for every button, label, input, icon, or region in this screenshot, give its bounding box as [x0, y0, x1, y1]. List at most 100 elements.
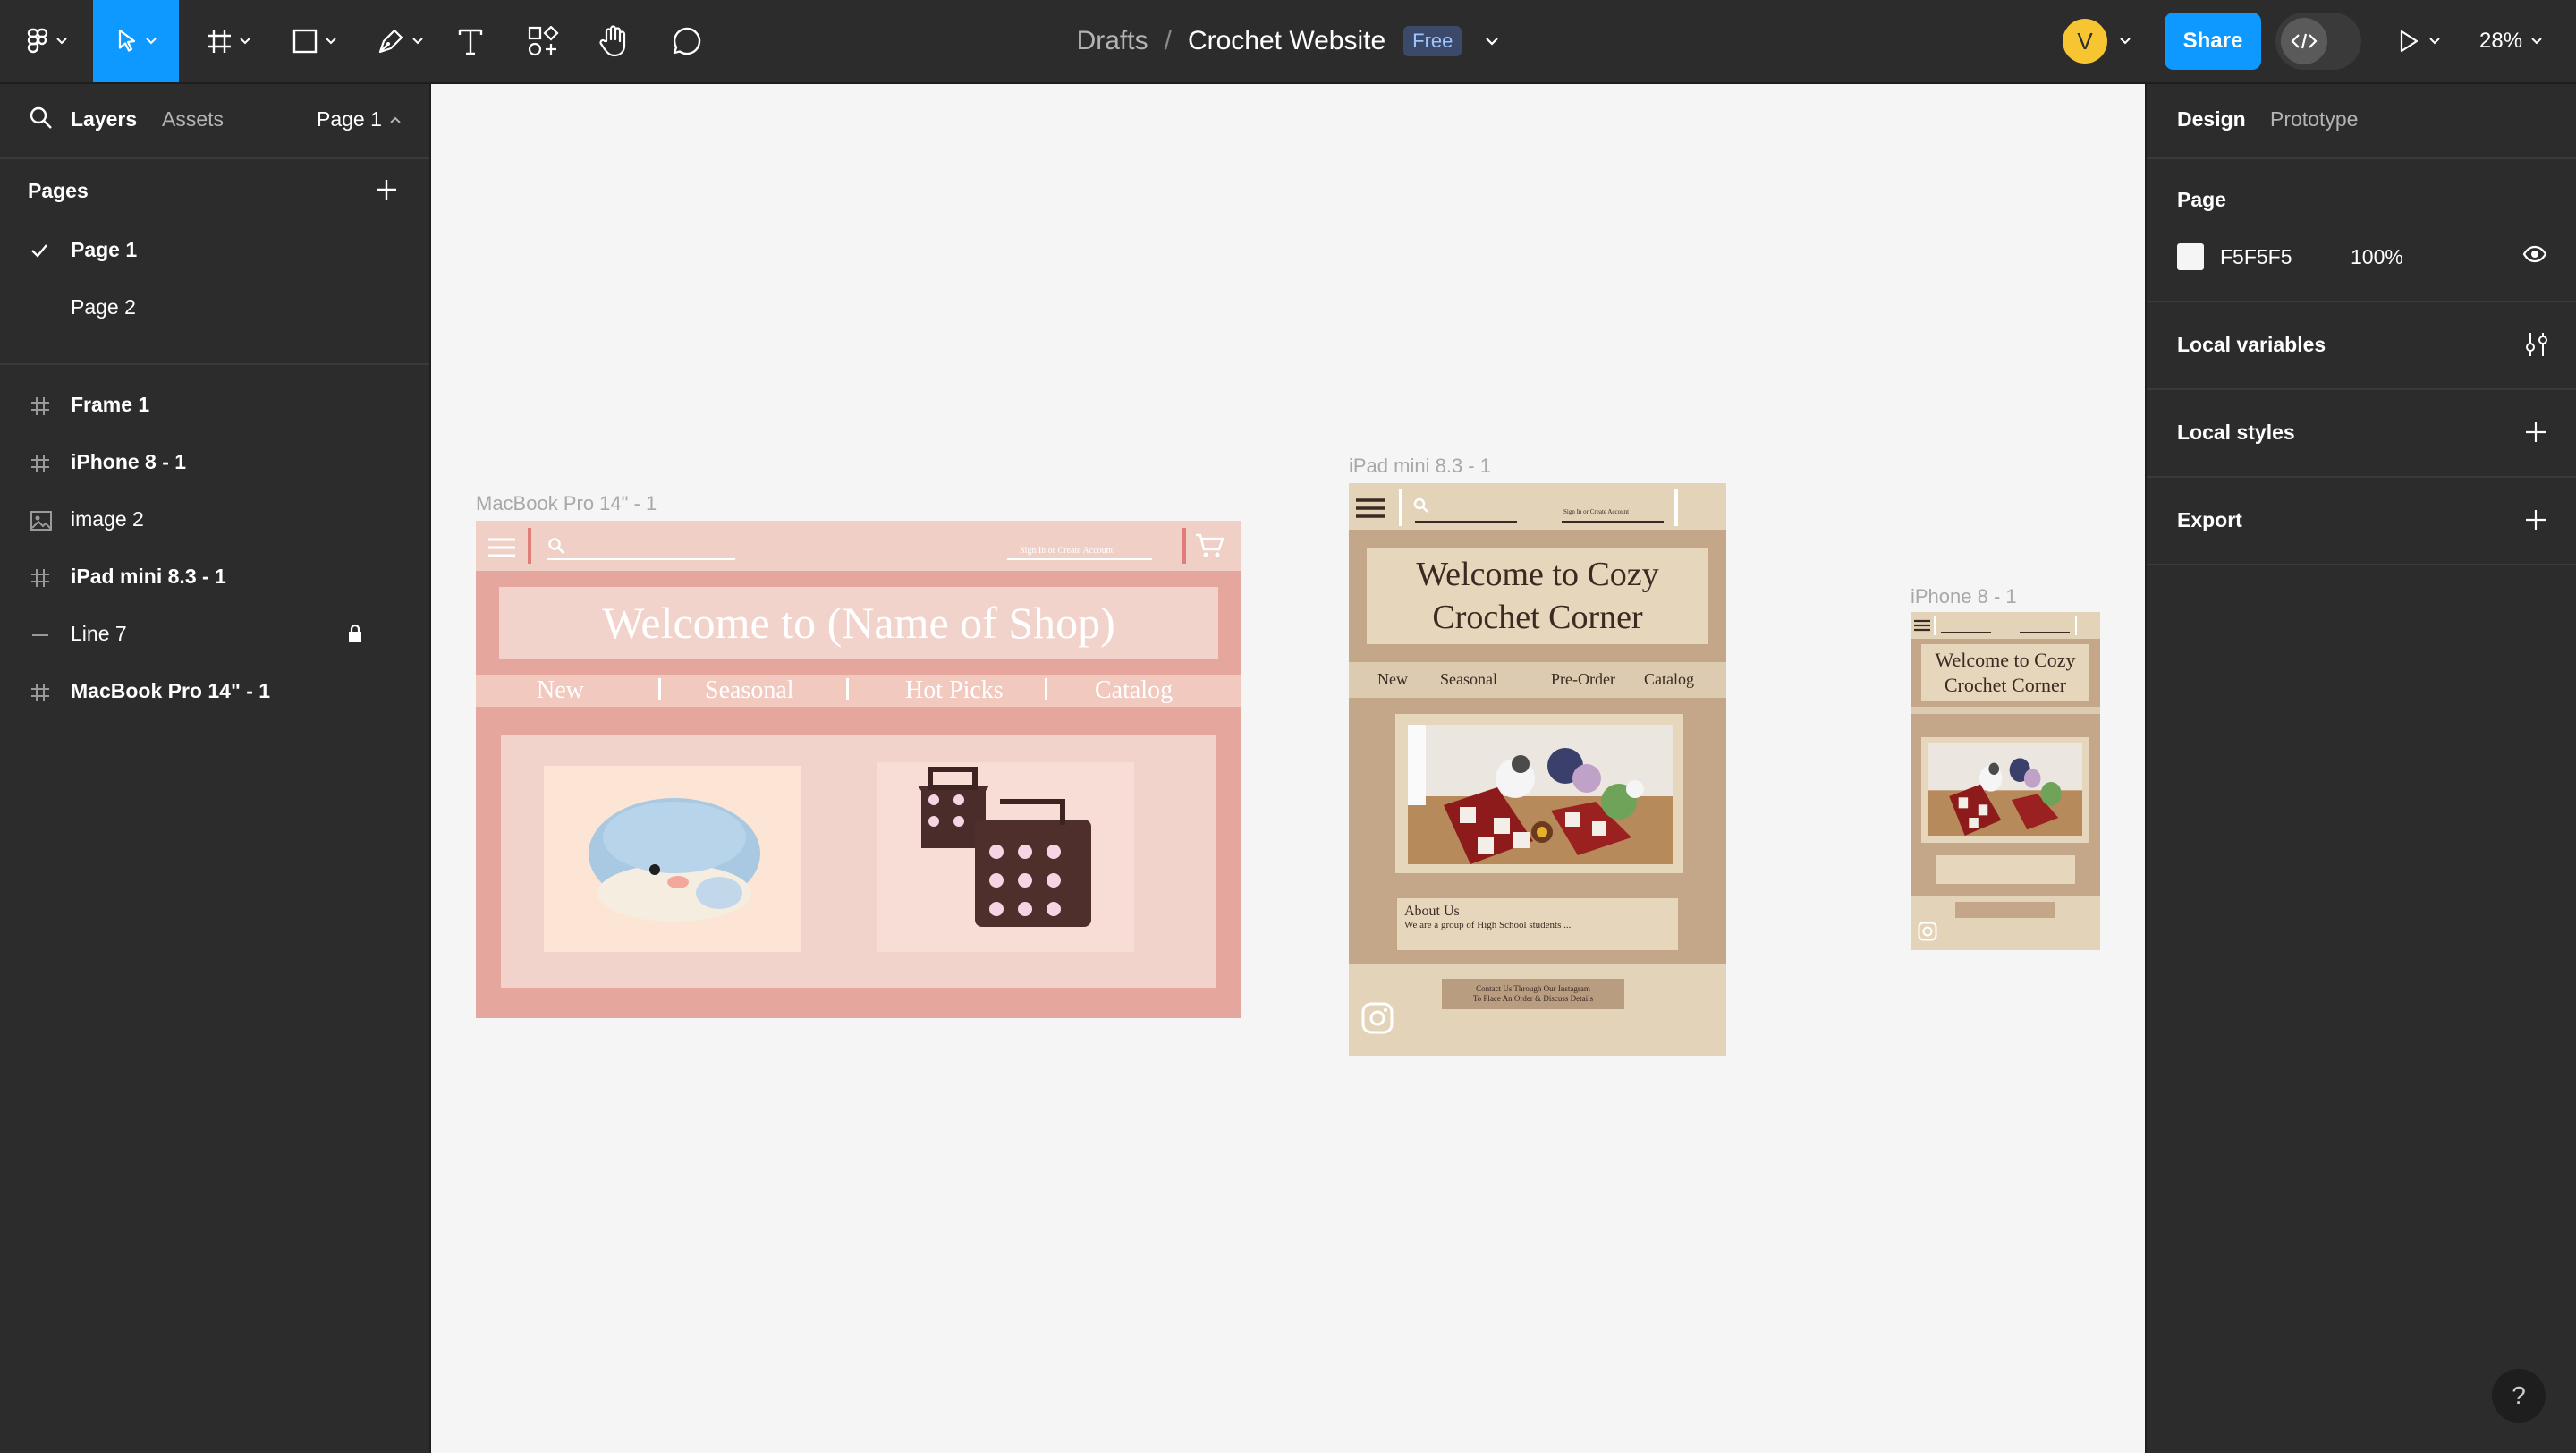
comment-icon[interactable]	[667, 0, 707, 82]
tab-design[interactable]: Design	[2177, 107, 2246, 132]
nav-item: Pre-Order	[1551, 670, 1615, 688]
site-nav: New Seasonal Pre-Order Catalog	[1349, 662, 1726, 698]
layer-label: image 2	[71, 507, 144, 531]
divider	[2075, 616, 2077, 635]
sign-in-link: Sign In or Create Account	[1020, 546, 1114, 556]
page-item-label: Page 2	[71, 294, 136, 319]
search-icon	[548, 538, 564, 554]
product-photo	[1928, 743, 2082, 836]
page-selector[interactable]: Page 1	[317, 107, 402, 132]
search-icon	[1413, 497, 1428, 513]
layer-row-frame-1[interactable]: Frame 1	[0, 378, 429, 432]
lock-icon[interactable]	[347, 624, 363, 649]
pen-tool-icon[interactable]	[369, 0, 431, 82]
contact-button: Contact Us Through Our Instagram To Plac…	[1442, 979, 1624, 1009]
export-title[interactable]: Export	[2177, 508, 2242, 532]
nav-item: Hot Picks	[905, 676, 1004, 704]
chevron-down-icon	[2120, 38, 2131, 45]
nav-band	[1911, 707, 2100, 714]
site-title: Welcome to Cozy Crochet Corner	[1367, 548, 1708, 644]
about-section: About Us We are a group of High School s…	[1397, 898, 1678, 950]
nav-item: Seasonal	[1440, 670, 1497, 688]
iphone-frame[interactable]: Welcome to Cozy Crochet Corner	[1911, 612, 2100, 950]
frame-icon	[30, 396, 50, 421]
search-underline	[1941, 632, 1991, 633]
variables-settings-icon[interactable]	[2524, 331, 2549, 362]
ipad-frame[interactable]: Sign In or Create Account Welcome to Coz…	[1349, 483, 1726, 1056]
page-item-1[interactable]: Page 1	[0, 223, 429, 276]
add-page-icon[interactable]	[374, 177, 399, 207]
divider	[1182, 528, 1186, 564]
shape-tool-icon[interactable]	[283, 0, 345, 82]
plan-badge[interactable]: Free	[1403, 26, 1462, 56]
page-color-value[interactable]: F5F5F5	[2220, 245, 2292, 269]
search-icon[interactable]	[29, 106, 54, 135]
frame-icon	[30, 454, 50, 479]
file-name[interactable]: Crochet Website	[1188, 26, 1385, 56]
chevron-down-icon[interactable]	[1485, 37, 1499, 46]
page-selector-label: Page 1	[317, 107, 382, 131]
layer-row-ipad[interactable]: iPad mini 8.3 - 1	[0, 550, 429, 604]
page-item-label: Page 1	[71, 237, 138, 261]
nav-item: Seasonal	[705, 676, 794, 704]
layer-label: Frame 1	[71, 393, 150, 416]
layer-row-macbook[interactable]: MacBook Pro 14" - 1	[0, 665, 429, 718]
code-icon	[2281, 18, 2327, 64]
share-button[interactable]: Share	[2165, 13, 2261, 70]
nav-divider	[846, 678, 849, 700]
layer-row-iphone[interactable]: iPhone 8 - 1	[0, 436, 429, 489]
chevron-up-icon	[390, 116, 401, 123]
eye-icon[interactable]	[2522, 245, 2547, 268]
site-title: Welcome to (Name of Shop)	[499, 587, 1218, 659]
breadcrumb-drafts[interactable]: Drafts	[1077, 26, 1148, 56]
figma-menu-icon[interactable]	[18, 0, 75, 82]
left-panel: Layers Assets Page 1 Pages Page 1 Page 2…	[0, 84, 431, 1453]
about-heading: About Us	[1404, 904, 1460, 919]
site-header	[1911, 612, 2100, 639]
move-tool-icon[interactable]	[93, 0, 179, 82]
layer-label: Line 7	[71, 622, 127, 645]
zoom-menu[interactable]: 28%	[2479, 0, 2542, 82]
frame-tool-icon[interactable]	[197, 0, 259, 82]
present-button[interactable]	[2397, 0, 2440, 82]
text-tool-icon[interactable]	[453, 0, 488, 82]
frame-label-macbook[interactable]: MacBook Pro 14" - 1	[476, 492, 657, 515]
frame-label-iphone[interactable]: iPhone 8 - 1	[1911, 585, 2017, 608]
nav-divider	[658, 678, 661, 700]
toolbar: Drafts / Crochet Website Free V Share 28…	[0, 0, 2576, 84]
nav-item: Catalog	[1095, 676, 1174, 704]
hand-tool-icon[interactable]	[594, 0, 633, 82]
search-underline	[547, 558, 735, 560]
nav-item: Catalog	[1644, 670, 1694, 688]
add-export-icon[interactable]	[2524, 508, 2547, 536]
layer-row-image[interactable]: image 2	[0, 493, 429, 547]
avatar[interactable]: V	[2063, 19, 2107, 64]
layer-label: iPhone 8 - 1	[71, 450, 187, 473]
contact-line: Contact Us Through Our Instagram	[1476, 984, 1590, 993]
site-title: Welcome to Cozy Crochet Corner	[1921, 644, 2089, 701]
local-styles-title[interactable]: Local styles	[2177, 421, 2295, 445]
tab-assets[interactable]: Assets	[162, 107, 224, 132]
right-panel-tabs: Design Prototype	[2147, 84, 2576, 159]
contact-line: To Place An Order & Discuss Details	[1472, 994, 1594, 1003]
site-header: Sign In or Create Account	[1349, 483, 1726, 530]
components-icon[interactable]	[524, 0, 564, 82]
frame-label-ipad[interactable]: iPad mini 8.3 - 1	[1349, 455, 1491, 478]
page-item-2[interactable]: Page 2	[0, 280, 429, 334]
help-button[interactable]: ?	[2492, 1369, 2546, 1423]
tab-layers[interactable]: Layers	[71, 107, 137, 132]
macbook-frame[interactable]: Sign In or Create Account Welcome to (Na…	[476, 521, 1241, 1018]
tab-prototype[interactable]: Prototype	[2270, 107, 2358, 132]
divider	[1674, 489, 1678, 526]
user-menu[interactable]: V	[2063, 16, 2131, 66]
breadcrumb-separator: /	[1164, 26, 1172, 55]
divider	[2147, 564, 2576, 565]
play-icon	[2400, 30, 2419, 53]
product-image-whale	[544, 766, 801, 952]
dev-mode-toggle[interactable]	[2275, 13, 2361, 70]
add-style-icon[interactable]	[2524, 421, 2547, 448]
page-color-swatch[interactable]	[2177, 243, 2204, 270]
local-variables-title[interactable]: Local variables	[2177, 333, 2326, 357]
layer-row-line[interactable]: Line 7	[0, 608, 429, 661]
page-opacity-value[interactable]: 100%	[2351, 245, 2403, 269]
